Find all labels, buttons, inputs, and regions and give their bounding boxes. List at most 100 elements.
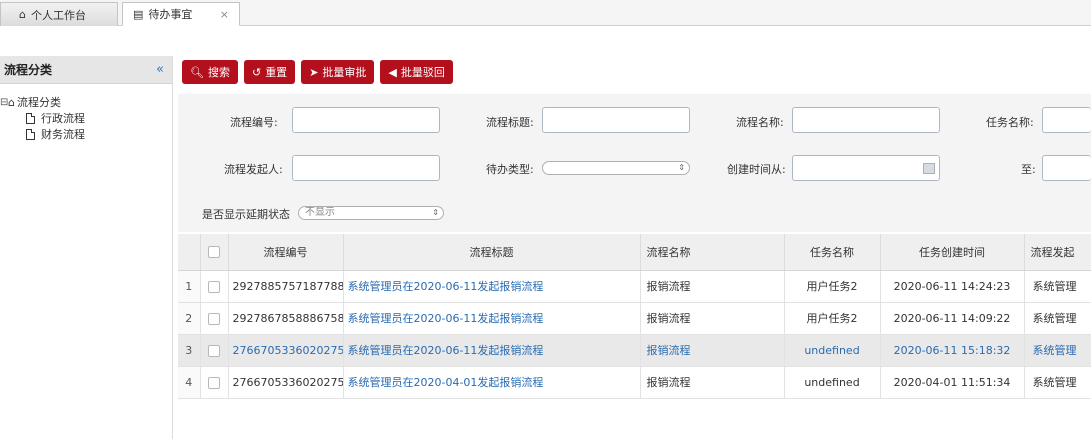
sidebar-divider (172, 56, 173, 439)
tab-bar: ⌂ 个人工作台 ▤ 待办事宜 × (0, 0, 1091, 26)
initiator-label: 流程发起人: (224, 163, 283, 176)
task-name-label: 任务名称: (986, 116, 1034, 129)
checkbox-icon (208, 246, 220, 259)
process-name-label: 流程名称: (736, 116, 784, 129)
batch-approve-label: 批量审批 (322, 66, 367, 79)
process-no-cell: 27667053360202752 (228, 366, 344, 399)
todo-type-select[interactable]: ⇕ (542, 161, 690, 175)
tree-root[interactable]: ⊟ ⌂ 流程分类 (0, 94, 172, 110)
row-checkbox[interactable] (200, 366, 229, 399)
tree-item-label: 行政流程 (41, 112, 85, 125)
home-icon: ⌂ (19, 8, 26, 21)
process-title-link[interactable]: 系统管理员在2020-06-11发起报销流程 (343, 270, 641, 303)
row-number: 4 (178, 366, 201, 399)
collapse-tree-icon[interactable]: ⊟ (0, 97, 8, 108)
select-arrow-icon: ⇕ (432, 208, 439, 217)
created-from-input[interactable] (792, 155, 940, 181)
tree-root-label: 流程分类 (16, 96, 61, 109)
sidebar-title: 流程分类 (4, 63, 53, 77)
todo-table: 流程编号 流程标题 流程名称 任务名称 任务创建时间 流程发起 1 292788… (178, 234, 1091, 399)
document-icon (26, 112, 35, 124)
batch-reject-button[interactable]: ◀ 批量驳回 (380, 60, 453, 84)
process-no-input[interactable] (292, 107, 440, 133)
calendar-icon[interactable] (923, 163, 935, 174)
task-name-cell: undefined (784, 334, 881, 367)
process-title-link[interactable]: 系统管理员在2020-06-11发起报销流程 (343, 302, 641, 335)
search-button[interactable]: 🔍︎ 搜索 (182, 60, 238, 84)
row-checkbox[interactable] (200, 270, 229, 303)
task-time-cell: 2020-04-01 11:51:34 (880, 366, 1025, 399)
created-to-input[interactable] (1042, 155, 1091, 181)
process-name-cell: 报销流程 (640, 270, 785, 303)
batch-approve-button[interactable]: ➤ 批量审批 (301, 60, 375, 84)
initiator-input[interactable] (292, 155, 440, 181)
checkbox-icon (208, 376, 220, 389)
column-header[interactable]: 任务创建时间 (880, 234, 1025, 271)
column-header[interactable]: 流程标题 (343, 234, 641, 271)
process-no-cell: 29278857571877888 (228, 270, 344, 303)
document-icon (26, 128, 35, 140)
send-icon: ➤ (309, 65, 319, 79)
task-name-input[interactable] (1042, 107, 1091, 133)
table-row[interactable]: 1 29278857571877888 系统管理员在2020-06-11发起报销… (178, 270, 1091, 303)
process-name-cell: 报销流程 (640, 366, 785, 399)
back-arrow-icon: ◀ (388, 65, 397, 79)
process-title-label: 流程标题: (486, 116, 534, 129)
batch-reject-label: 批量驳回 (400, 66, 445, 79)
tab-label: 待办事宜 (148, 8, 193, 21)
tab-label: 个人工作台 (30, 8, 86, 22)
task-time-cell: 2020-06-11 14:24:23 (880, 270, 1025, 303)
tree-item-admin-process[interactable]: 行政流程 (0, 110, 172, 126)
process-name-cell: 报销流程 (640, 334, 785, 367)
table-row[interactable]: 4 27667053360202752 系统管理员在2020-04-01发起报销… (178, 366, 1091, 399)
select-all-checkbox[interactable] (200, 234, 229, 271)
process-title-link[interactable]: 系统管理员在2020-06-11发起报销流程 (343, 334, 641, 367)
reset-button[interactable]: ↺ 重置 (243, 60, 296, 84)
undo-icon: ↺ (251, 65, 262, 79)
column-header[interactable]: 流程名称 (640, 234, 785, 271)
toolbar: 🔍︎ 搜索 ↺ 重置 ➤ 批量审批 ◀ 批量驳回 (182, 60, 453, 84)
tab-todo[interactable]: ▤ 待办事宜 × (122, 2, 240, 26)
process-no-label: 流程编号: (230, 116, 278, 129)
checkbox-icon (208, 312, 220, 325)
process-name-input[interactable] (792, 107, 940, 133)
process-title-link[interactable]: 系统管理员在2020-04-01发起报销流程 (343, 366, 641, 399)
show-delay-label: 是否显示延期状态 (202, 208, 290, 221)
table-row[interactable]: 3 27667053360202752 系统管理员在2020-06-11发起报销… (178, 334, 1091, 367)
row-number: 3 (178, 334, 201, 367)
collapse-icon[interactable]: « (156, 62, 164, 77)
tree-item-finance-process[interactable]: 财务流程 (0, 126, 172, 142)
checkbox-icon (208, 344, 220, 357)
column-header[interactable]: 流程编号 (228, 234, 344, 271)
column-header[interactable]: 任务名称 (784, 234, 881, 271)
category-tree: ⊟ ⌂ 流程分类 行政流程 财务流程 (0, 94, 172, 142)
tree-item-label: 财务流程 (41, 128, 85, 141)
close-icon[interactable]: × (220, 8, 229, 21)
reset-button-label: 重置 (265, 66, 288, 79)
row-checkbox[interactable] (200, 334, 229, 367)
table-header-row: 流程编号 流程标题 流程名称 任务名称 任务创建时间 流程发起 (178, 234, 1091, 271)
task-time-cell: 2020-06-11 15:18:32 (880, 334, 1025, 367)
row-number: 2 (178, 302, 201, 335)
row-number-header (178, 234, 201, 271)
row-checkbox[interactable] (200, 302, 229, 335)
show-delay-select[interactable]: 不显示 ⇕ (298, 206, 444, 220)
row-number: 1 (178, 270, 201, 303)
search-icon: 🔍︎ (190, 65, 204, 79)
tab-personal-workbench[interactable]: ⌂ 个人工作台 (0, 2, 118, 26)
process-no-cell: 29278678588867584 (228, 302, 344, 335)
to-label: 至: (1021, 163, 1036, 176)
table-row[interactable]: 2 29278678588867584 系统管理员在2020-06-11发起报销… (178, 302, 1091, 335)
created-from-label: 创建时间从: (727, 163, 786, 176)
initiator-cell: 系统管理 (1024, 302, 1091, 335)
select-arrow-icon: ⇕ (678, 163, 685, 172)
checkbox-icon (208, 280, 220, 293)
task-time-cell: 2020-06-11 14:09:22 (880, 302, 1025, 335)
task-name-cell: undefined (784, 366, 881, 399)
todo-type-label: 待办类型: (486, 163, 534, 176)
column-header[interactable]: 流程发起 (1024, 234, 1091, 271)
search-button-label: 搜索 (207, 66, 230, 79)
home-icon: ⌂ (8, 95, 15, 109)
process-name-cell: 报销流程 (640, 302, 785, 335)
process-title-input[interactable] (542, 107, 690, 133)
